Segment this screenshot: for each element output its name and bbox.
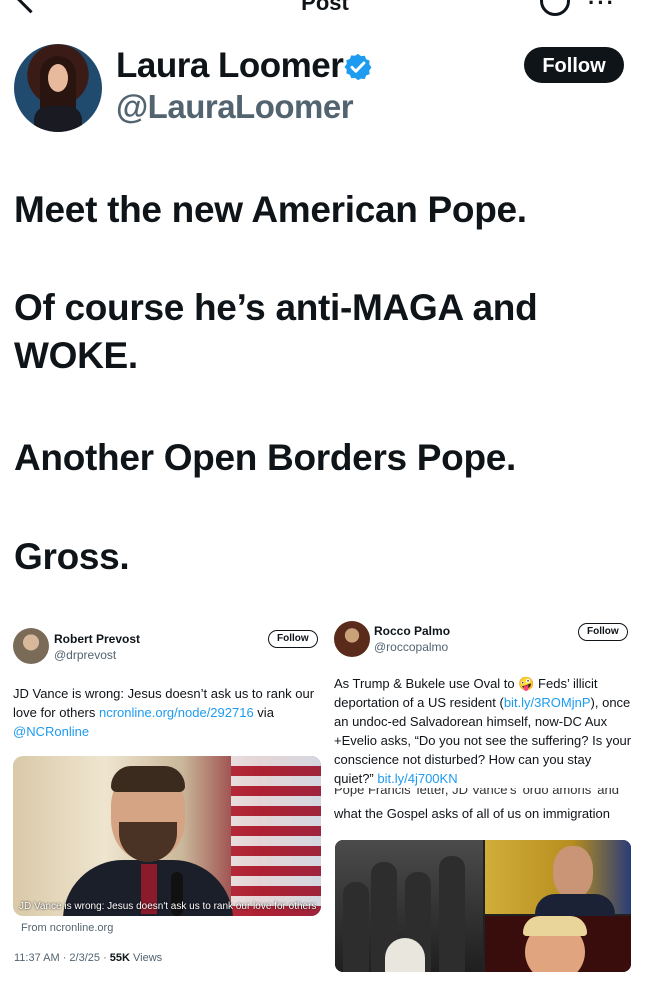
prevost-handle: @drprevost [54,648,117,662]
tweet-paragraph: Of course he’s anti-MAGA and WOKE. [14,287,538,376]
more-icon[interactable]: ··· [588,0,616,16]
link-card-caption: JD Vance is wrong: Jesus doesn't ask us … [19,901,317,912]
tweet-paragraph: Another Open Borders Pope. [14,437,517,478]
embedded-post-right: Rocco Palmo @roccopalmo Follow As Trump … [326,612,650,1000]
verified-badge-icon [344,53,372,81]
link-card-cut-title: Pope Francis' letter, JD Vance's 'ordo a… [334,788,619,797]
ncr-mention: @NCRonline [13,724,90,739]
prevost-follow-button: Follow [268,630,318,648]
top-bar: Post ··· [0,0,650,16]
palmo-handle: @roccopalmo [374,640,449,654]
prevost-link: ncronline.org/node/292716 [99,705,254,720]
palmo-avatar [334,621,370,657]
palmo-post-text: As Trump & Bukele use Oval to 🤪 Feds’ il… [334,676,632,786]
palmo-name: Rocco Palmo [374,624,451,638]
follow-button[interactable]: Follow [524,47,624,83]
link-card-collage [335,840,631,972]
prevost-avatar [13,628,49,664]
embedded-image[interactable]: Robert Prevost @drprevost Follow JD Vanc… [0,612,650,1000]
link-card-title: what the Gospel asks of all of us on imm… [334,806,611,821]
tweet-paragraph: Meet the new American Pope. [14,189,527,230]
author-name[interactable]: Laura Loomer [116,46,344,86]
prevost-name: Robert Prevost [54,632,141,646]
author-handle[interactable]: @LauraLoomer [116,88,354,126]
embedded-post-left: Robert Prevost @drprevost Follow JD Vanc… [0,612,326,1000]
author-avatar[interactable] [14,44,102,132]
link-card-source: From ncronline.org [21,922,114,934]
tweet-paragraph: Gross. [14,536,130,577]
vance-photo: JD Vance is wrong: Jesus doesn't ask us … [13,756,321,916]
post-meta: 11:37 AM · 2/3/25 · 55K Views [14,952,163,964]
prevost-post-text: JD Vance is wrong: Jesus doesn’t ask us … [13,686,315,739]
palmo-follow-button: Follow [578,623,628,641]
